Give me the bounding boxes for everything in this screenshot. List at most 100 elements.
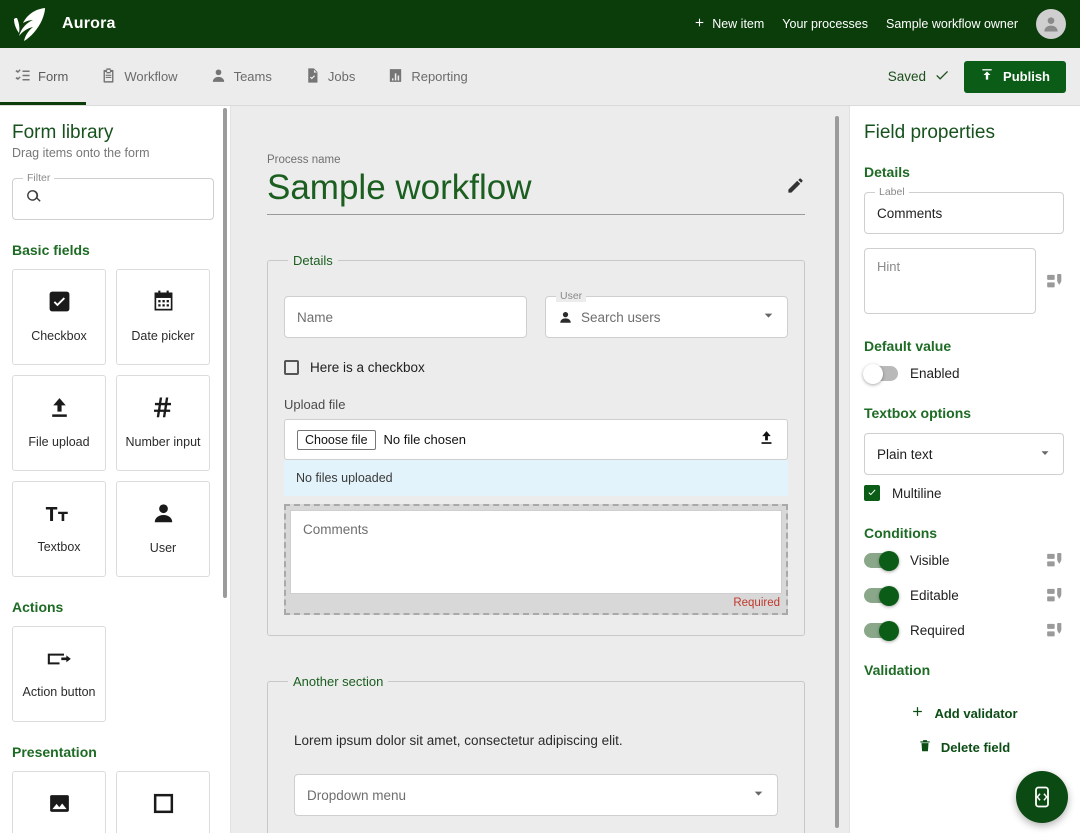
section-another-legend: Another section [293, 674, 384, 690]
delete-field-button[interactable]: Delete field [864, 730, 1064, 764]
dropdown-placeholder: Dropdown menu [307, 787, 407, 803]
text-type-select[interactable]: Plain text [864, 433, 1064, 475]
validation-actions: Add validator Delete field [864, 696, 1064, 764]
new-item-label: New item [712, 17, 765, 31]
required-label: Required [910, 623, 965, 638]
validation-heading: Validation [864, 662, 931, 678]
basic-fields-cards: Checkbox Date picker File upload Number … [12, 269, 214, 577]
text-type-value: Plain text [877, 446, 933, 462]
multiline-row[interactable]: Multiline [864, 485, 1064, 501]
file-status-text: No file chosen [383, 432, 466, 448]
label-input[interactable]: Label Comments [864, 186, 1064, 234]
group-title-actions: Actions [12, 599, 64, 615]
your-processes-label: Your processes [782, 17, 868, 31]
person-icon [210, 67, 227, 87]
tab-reporting-label: Reporting [411, 69, 468, 84]
chevron-down-icon [1039, 447, 1051, 462]
hint-input[interactable]: Hint [864, 248, 1036, 314]
field-properties-title: Field properties [864, 122, 995, 143]
top-bar-actions: New item Your processes Sample workflow … [693, 9, 1080, 39]
body-row: Form library Drag items onto the form Fi… [0, 106, 1080, 833]
condition-row-editable: Editable [864, 585, 1064, 606]
library-item-label: Textbox [37, 539, 81, 554]
name-input-placeholder: Name [297, 309, 334, 325]
action-button-icon [46, 648, 73, 675]
library-item-action-button[interactable]: Action button [12, 626, 106, 722]
chevron-down-icon[interactable] [752, 787, 765, 803]
file-upload-field[interactable]: Choose file No file chosen [284, 419, 788, 461]
visible-toggle[interactable] [864, 550, 899, 571]
library-item-number-input[interactable]: Number input [116, 375, 210, 471]
sidebar-scrollbar[interactable] [223, 108, 227, 598]
library-item-textbox[interactable]: Textbox [12, 481, 106, 577]
multiline-label: Multiline [892, 485, 942, 501]
your-processes-link[interactable]: Your processes [782, 17, 868, 31]
tab-workflow[interactable]: Workflow [86, 48, 195, 105]
library-item-image[interactable]: Image [12, 771, 106, 833]
comments-textarea[interactable]: Comments [290, 510, 782, 595]
user-search-input[interactable]: User Search users [545, 290, 788, 339]
page-title: Form library [12, 122, 114, 143]
device-code-preview-icon[interactable] [1016, 771, 1068, 823]
image-icon [47, 791, 72, 821]
dropdown-menu-field[interactable]: Dropdown menu [294, 774, 778, 817]
aurora-feather-logo[interactable] [0, 6, 62, 42]
library-item-label: User [149, 541, 177, 556]
rules-icon[interactable] [1046, 623, 1064, 638]
required-toggle[interactable] [864, 620, 899, 641]
avatar[interactable] [1036, 9, 1066, 39]
library-item-user[interactable]: User [116, 481, 210, 577]
library-item-date-picker[interactable]: Date picker [116, 269, 210, 365]
person-icon [558, 310, 573, 325]
enabled-toggle-row: Enabled [863, 363, 1064, 384]
add-validator-button[interactable]: Add validator [864, 696, 1064, 730]
trash-icon [918, 739, 932, 756]
new-item-button[interactable]: New item [693, 16, 764, 32]
details-heading: Details [864, 164, 910, 180]
rules-icon[interactable] [1046, 553, 1064, 568]
library-item-empty[interactable]: Empty [116, 771, 210, 833]
selected-field-wrapper[interactable]: Comments Required [284, 504, 788, 616]
required-hint: Required [733, 597, 780, 610]
library-item-checkbox[interactable]: Checkbox [12, 269, 106, 365]
app-root: Aurora New item Your processes Sample wo… [0, 0, 1080, 833]
publish-button[interactable]: Publish [964, 60, 1066, 93]
checkbox-checked-icon[interactable] [864, 485, 880, 501]
tab-workflow-label: Workflow [124, 69, 178, 84]
rules-icon[interactable] [1046, 273, 1064, 289]
upload-file-label: Upload file [284, 397, 346, 413]
name-input[interactable]: Name [284, 296, 527, 339]
tab-jobs[interactable]: Jobs [290, 48, 373, 105]
choose-file-button[interactable]: Choose file [297, 429, 376, 450]
publish-label: Publish [1003, 69, 1050, 84]
user-menu[interactable]: Sample workflow owner [886, 17, 1018, 31]
process-name-value[interactable]: Sample workflow [267, 168, 786, 208]
library-item-file-upload[interactable]: File upload [12, 375, 106, 471]
tab-list: Form Workflow Teams Jobs Reporting [0, 48, 486, 105]
tab-reporting[interactable]: Reporting [373, 48, 485, 105]
library-item-label: File upload [28, 435, 90, 450]
rules-icon[interactable] [1046, 588, 1064, 603]
plus-icon [693, 16, 706, 32]
search-icon [25, 188, 42, 210]
tab-form[interactable]: Form [0, 48, 87, 105]
pencil-icon[interactable] [786, 176, 805, 208]
chevron-down-icon[interactable] [762, 309, 775, 325]
tab-bar-actions: Saved Publish [888, 60, 1080, 93]
document-check-icon [304, 67, 321, 87]
editable-toggle[interactable] [864, 585, 899, 606]
panel-subtitle: Drag items onto the form [12, 146, 150, 160]
tab-form-label: Form [38, 69, 69, 84]
filter-input[interactable]: Filter [12, 172, 214, 220]
condition-row-required: Required [864, 620, 1064, 641]
check-icon [934, 67, 950, 87]
hint-row: Hint [864, 248, 1064, 314]
here-is-a-checkbox-row[interactable]: Here is a checkbox [284, 360, 788, 376]
tab-teams[interactable]: Teams [196, 48, 290, 105]
add-validator-label: Add validator [934, 705, 1018, 721]
enabled-toggle[interactable] [863, 363, 898, 384]
canvas-scrollbar[interactable] [835, 116, 839, 828]
checkbox-unchecked-icon[interactable] [284, 360, 299, 376]
upload-icon[interactable] [758, 429, 775, 451]
checkbox-label: Here is a checkbox [310, 360, 425, 376]
